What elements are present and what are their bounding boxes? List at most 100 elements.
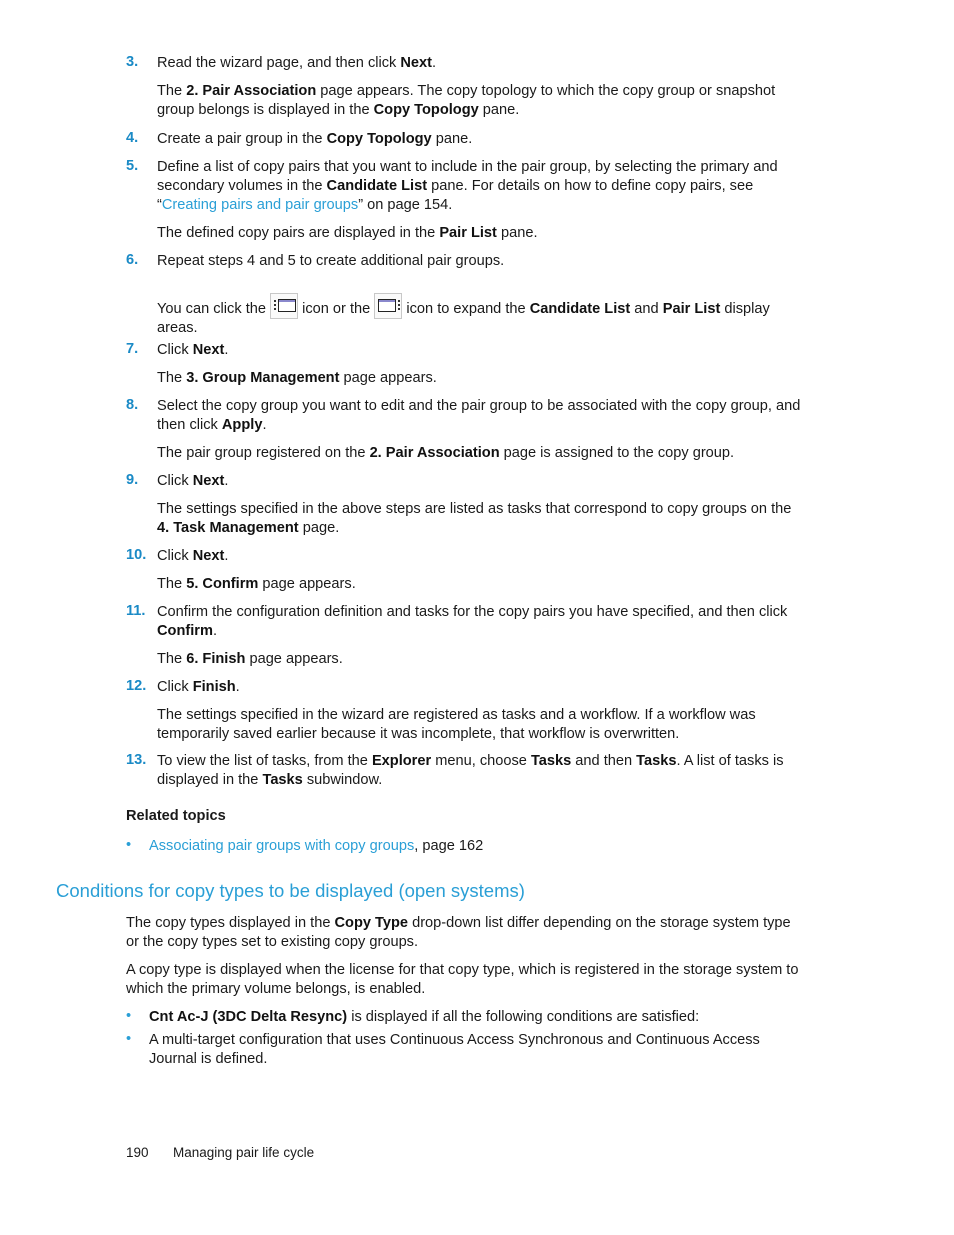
step-number: 11. [126,603,146,619]
text: The [157,83,187,99]
text: ” on page 154. [358,197,453,213]
section-paragraph-2: A copy type is displayed when the licens… [126,962,799,997]
chapter-title: Managing pair life cycle [173,1145,315,1160]
text: . [224,342,229,358]
ui-term: Tasks [262,772,303,788]
ui-term: 3. Group Management [186,370,340,386]
expand-pair-list-icon [374,293,403,319]
text: pane. [496,225,538,241]
text: The pair group registered on the [157,445,370,461]
text: page. [298,520,340,536]
ui-term: 4. Task Management [157,520,299,536]
related-topic-item: Associating pair groups with copy groups… [149,837,809,856]
text: Confirm the configuration definition and… [157,604,788,620]
text: The settings specified in the wizard are… [157,707,756,742]
step-6-note: You can click the icon or the icon to ex… [157,293,807,338]
text: . [212,623,218,639]
step-number: 9. [126,472,139,488]
step-number: 6. [126,252,139,268]
text: , page 162 [414,838,484,854]
text: Click [157,548,193,564]
ui-term: Finish [192,679,236,695]
step-10-note: The 5. Confirm page appears. [157,575,807,594]
step-7-note: The 3. Group Management page appears. [157,369,807,388]
step-number: 3. [126,54,139,70]
ui-term: Next [400,55,433,71]
bullet: • [126,1008,132,1024]
text: . [235,679,240,695]
icon-dots [398,300,401,311]
text: A multi-target configuration that uses C… [149,1032,760,1067]
step-13-text: To view the list of tasks, from the Expl… [157,752,807,790]
step-8-text: Select the copy group you want to edit a… [157,397,807,435]
ui-term: Next [192,473,225,489]
text: Click [157,679,193,695]
text: You can click the [157,301,271,317]
step-6-text: Repeat steps 4 and 5 to create additiona… [157,252,807,271]
ui-term: Next [192,548,225,564]
expand-candidate-list-icon [270,293,299,319]
text: menu, choose [431,753,531,769]
text: To view the list of tasks, from the [157,753,372,769]
step-4-text: Create a pair group in the Copy Topology… [157,130,807,149]
text: is displayed if all the following condit… [347,1009,700,1025]
text: The [157,370,187,386]
text: and [630,301,663,317]
text: Click [157,473,193,489]
text: Click [157,342,193,358]
text: icon to expand the [402,301,530,317]
text: page appears. [339,370,437,386]
text: . [224,473,229,489]
text: Repeat steps 4 and 5 to create additiona… [157,253,505,269]
ui-term: Apply [221,417,263,433]
associating-pair-groups-link[interactable]: Associating pair groups with copy groups [149,838,414,854]
step-3-note: The 2. Pair Association page appears. Th… [157,82,807,120]
step-number: 4. [126,130,139,146]
text: The copy types displayed in the [126,915,335,931]
section-paragraph-1: The copy types displayed in the Copy Typ… [126,914,806,952]
ui-term: Copy Topology [326,131,432,147]
ui-term: 2. Pair Association [369,445,500,461]
bullet: • [126,837,132,853]
text: page is assigned to the copy group. [499,445,735,461]
step-number: 12. [126,678,147,694]
ui-term: Copy Topology [373,102,479,118]
step-9-text: Click Next. [157,472,807,491]
condition-item: Cnt Ac-J (3DC Delta Resync) is displayed… [149,1008,809,1027]
ui-term: Pair List [662,301,721,317]
icon-dots [274,300,277,311]
page-number: 190 [126,1145,149,1160]
section-heading: Conditions for copy types to be displaye… [56,880,525,901]
step-11-note: The 6. Finish page appears. [157,650,807,669]
related-topics-heading: Related topics [126,808,226,824]
step-10-text: Click Next. [157,547,807,566]
text: . [432,55,437,71]
text: Create a pair group in the [157,131,327,147]
ui-term: 2. Pair Association [186,83,317,99]
ui-term: 6. Finish [186,651,246,667]
step-11-text: Confirm the configuration definition and… [157,603,807,641]
ui-term: 5. Confirm [186,576,259,592]
text: pane. [431,131,473,147]
step-number: 10. [126,547,147,563]
text: page appears. [245,651,343,667]
step-9-note: The settings specified in the above step… [157,500,807,538]
text: page appears. [258,576,356,592]
ui-term: Tasks [530,753,572,769]
text: The [157,576,187,592]
step-number: 5. [126,158,139,174]
icon-window [378,299,397,312]
text: The [157,651,187,667]
creating-pairs-link[interactable]: Creating pairs and pair groups [162,197,358,213]
step-5-note: The defined copy pairs are displayed in … [157,224,807,243]
ui-term: Candidate List [529,301,631,317]
step-number: 7. [126,341,139,357]
ui-term: Confirm [157,623,213,639]
text: subwindow. [302,772,383,788]
ui-term: Pair List [439,225,497,241]
text: The settings specified in the above step… [157,501,792,517]
ui-term: Copy Type [334,915,409,931]
icon-window [278,299,297,312]
step-12-note: The settings specified in the wizard are… [157,706,807,744]
bullet: • [126,1031,132,1047]
